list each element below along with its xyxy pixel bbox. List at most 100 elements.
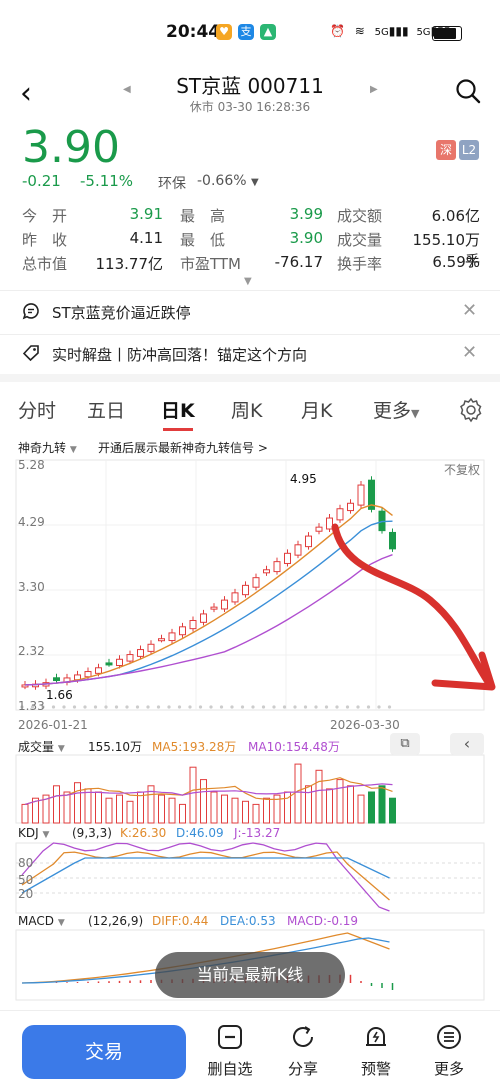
kdj-params: (9,3,3) — [72, 826, 112, 840]
candle-body — [221, 599, 228, 610]
share-button[interactable]: 分享 — [273, 1024, 333, 1079]
volume-bar — [368, 791, 375, 824]
signal-dot — [324, 705, 329, 709]
alarm-icon: ⏰ — [330, 24, 345, 38]
tag-icon — [22, 345, 39, 362]
copy-icon[interactable]: ⧉ — [390, 733, 420, 755]
caret-down-icon: ▼ — [57, 918, 65, 928]
signal-dot — [135, 705, 140, 709]
candle-body — [200, 613, 207, 623]
annotation-arrowhead — [431, 651, 496, 691]
signal-dot — [230, 705, 234, 709]
tab-monthly-k[interactable]: 月K — [301, 396, 332, 423]
volume-bar — [74, 782, 81, 824]
signal-dot — [272, 705, 276, 709]
share-icon — [293, 1026, 313, 1047]
ma10-line — [24, 520, 393, 686]
volume-bar — [242, 800, 249, 824]
tab-more-label: 更多 — [373, 400, 412, 422]
close-notice-2-icon[interactable]: ✕ — [462, 342, 477, 363]
tab-daily-k[interactable]: 日K — [161, 396, 195, 423]
volume-bar — [168, 797, 176, 824]
alert-button[interactable]: 预警 — [346, 1024, 406, 1079]
candle-body — [315, 526, 323, 532]
kdj-level-50: 50 — [18, 873, 34, 887]
signal-dot — [62, 705, 66, 709]
indicator-hint[interactable]: 开通后展示最新神奇九转信号 > — [98, 439, 268, 456]
app-notification-icon: ♥ — [216, 24, 232, 40]
y-tick-2: 4.29 — [18, 515, 45, 529]
quote-label: 总市值 — [22, 255, 68, 273]
candle-body — [242, 584, 249, 596]
volume-bar — [294, 763, 302, 824]
toast-message: 当前是最新K线 — [155, 952, 345, 998]
volume-bar — [305, 785, 312, 824]
volume-bar — [252, 803, 260, 824]
candle-body — [168, 632, 176, 642]
remove-watchlist-label: 删自选 — [207, 1060, 253, 1078]
settings-gear-icon[interactable] — [458, 397, 484, 423]
indicator-name: 神奇九转 — [18, 441, 67, 455]
tab-five-day[interactable]: 五日 — [87, 396, 125, 423]
next-stock-arrow[interactable]: ▶ — [370, 84, 378, 95]
wifi-icon: ≋ — [354, 24, 365, 38]
macd-label: MACD — [18, 914, 54, 928]
signal-dot — [356, 705, 360, 709]
exchange-badge: 深 — [436, 140, 456, 160]
candle-body — [53, 677, 60, 682]
remove-watchlist-button[interactable]: 删自选 — [200, 1024, 260, 1079]
tab-weekly-k[interactable]: 周K — [231, 396, 262, 423]
signal-dot — [387, 705, 392, 709]
tab-intraday[interactable]: 分时 — [18, 396, 56, 423]
price-change-pct: -5.11% — [80, 172, 134, 190]
notice-1[interactable]: ST京蓝竞价逼近跌停 — [52, 302, 191, 323]
close-notice-1-icon[interactable]: ✕ — [462, 300, 477, 321]
signal-dot — [209, 705, 213, 709]
sector-change[interactable]: -0.66% ▼ — [197, 173, 259, 189]
candle-body — [137, 649, 144, 657]
signal-1-icon: ▮▮▮ — [388, 24, 409, 38]
sector-label[interactable]: 环保 — [158, 173, 186, 193]
kdj-j: J:-13.27 — [234, 826, 281, 840]
quote-label: 今 开 — [22, 207, 68, 225]
quote-value: 3.90 — [289, 229, 323, 247]
volume-bar — [126, 800, 134, 824]
notice-2[interactable]: 实时解盘丨防冲高回落！锚定这个方向 — [52, 344, 307, 365]
macd-selector[interactable]: MACD ▼ — [18, 914, 65, 928]
kdj-d: D:46.09 — [176, 826, 224, 840]
volume-ma10: MA10:154.48万 — [248, 740, 340, 754]
trade-button[interactable]: 交易 — [22, 1025, 186, 1079]
volume-bar — [315, 769, 323, 824]
macd-diff: DIFF:0.44 — [152, 914, 209, 928]
signal-dot — [167, 705, 171, 709]
market-status: 休市 03-30 16:28:36 — [189, 100, 311, 114]
macd-value: MACD:-0.19 — [287, 914, 359, 928]
alarm-bell-icon — [366, 1027, 386, 1046]
volume-bar — [116, 794, 123, 824]
signal-dot — [72, 705, 77, 709]
search-icon[interactable] — [455, 78, 481, 104]
quote-label: 成交额 — [337, 207, 383, 225]
tab-more[interactable]: 更多▼ — [373, 396, 419, 423]
signal-dot — [377, 705, 381, 709]
collapse-left-icon[interactable]: ‹ — [450, 733, 484, 755]
signal-dot — [125, 705, 129, 709]
indicator-selector[interactable]: 神奇九转 ▼ — [18, 439, 77, 456]
quote-label: 最 低 — [180, 231, 226, 249]
volume-selector[interactable]: 成交量 ▼ — [18, 738, 65, 755]
signal-dot — [146, 705, 150, 709]
more-button[interactable]: 更多 — [419, 1024, 479, 1079]
status-bar: 20:44 ♥ 支 ▲ ⏰ ≋ 5G▮▮▮ 5G▮▮▮ — [0, 0, 500, 66]
volume-bar — [357, 794, 365, 824]
charts-area[interactable] — [0, 455, 500, 1015]
kdj-label: KDJ — [18, 826, 39, 840]
alert-label: 预警 — [360, 1060, 391, 1078]
volume-bar — [378, 785, 386, 824]
quote-label: 昨 收 — [22, 231, 68, 249]
caret-down-icon: ▼ — [57, 744, 65, 754]
y-tick-1: 5.28 — [18, 458, 45, 472]
expand-chevron-icon[interactable]: ▼ — [244, 276, 252, 287]
volume-bar — [158, 794, 165, 824]
quote-label: 最 高 — [180, 207, 226, 225]
kdj-selector[interactable]: KDJ ▼ — [18, 826, 49, 840]
